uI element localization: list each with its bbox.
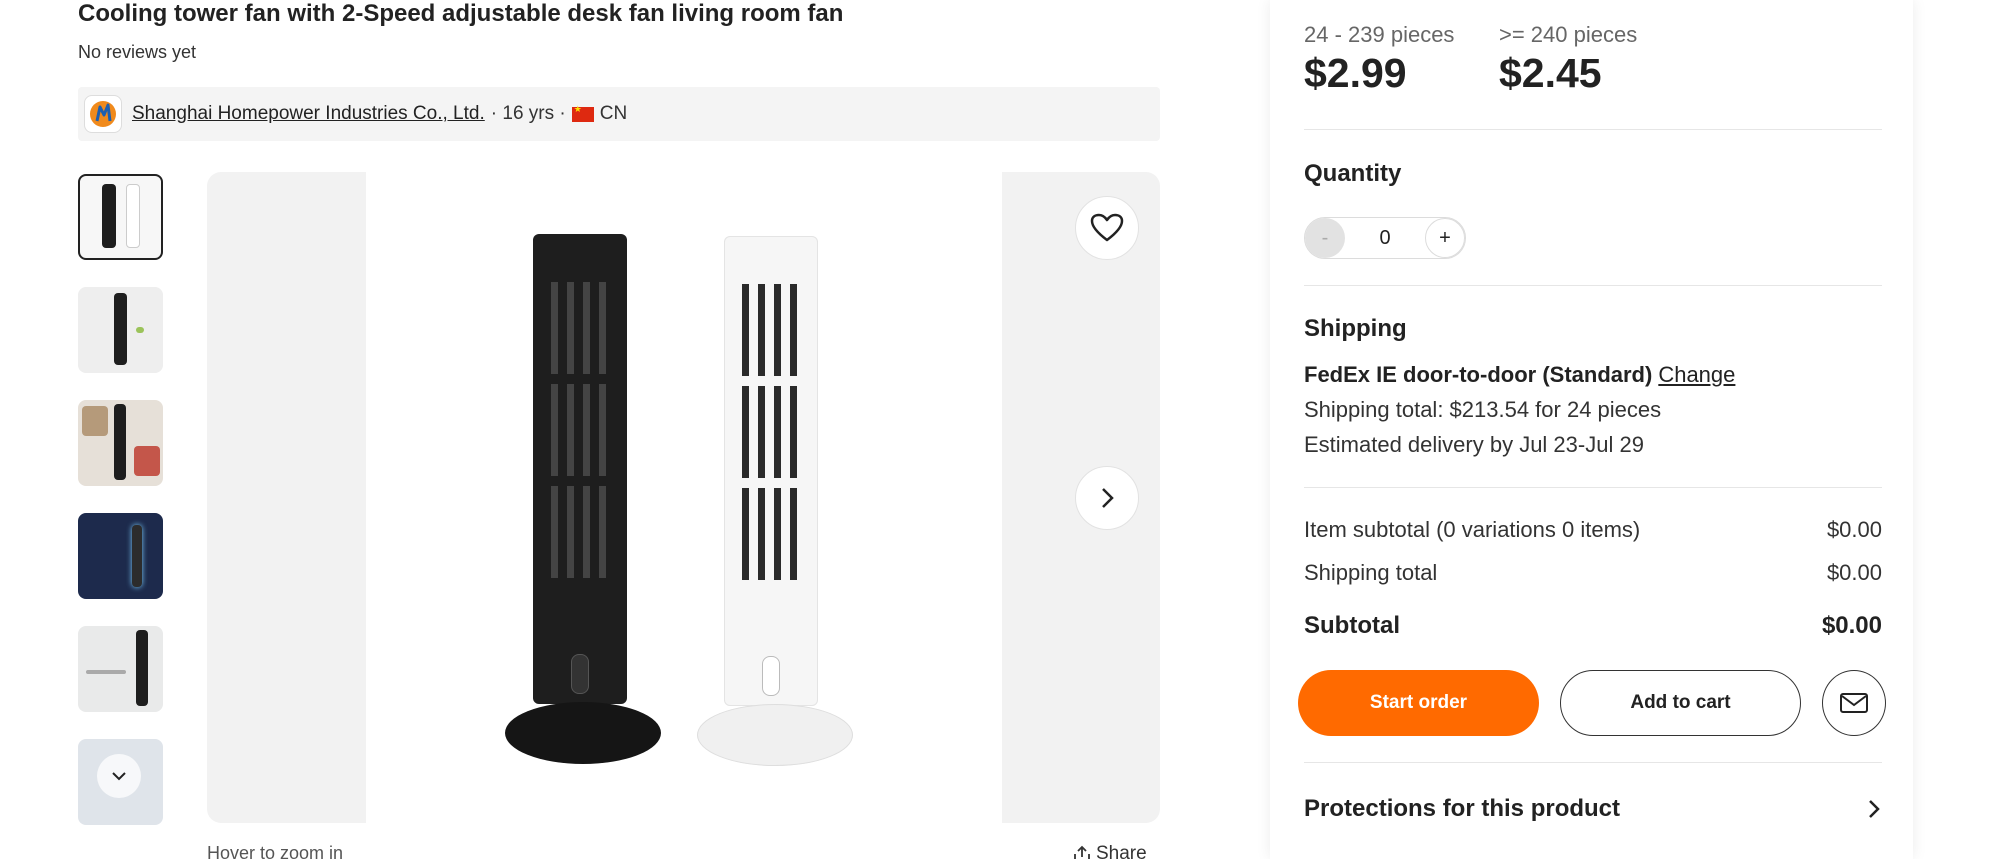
protections-row[interactable]: Protections for this product [1304,795,1882,823]
supplier-name-link[interactable]: Shanghai Homepower Industries Co., Ltd. [132,103,485,125]
china-flag-icon [571,104,594,122]
price-tier-1-range: 24 - 239 pieces [1304,22,1455,47]
price-tier-2-range: >= 240 pieces [1499,22,1638,47]
item-subtotal-value: $0.00 [1826,517,1882,542]
heart-icon [1090,213,1124,242]
shipping-title: Shipping [1304,315,1407,342]
add-to-cart-button[interactable]: Add to cart [1560,670,1801,736]
next-image-button[interactable] [1075,466,1139,530]
thumbnail-2[interactable] [78,287,163,373]
thumbnail-4[interactable] [78,513,163,599]
thumbnail-1[interactable] [78,174,163,260]
product-title: Cooling tower fan with 2-Speed adjustabl… [78,0,844,27]
thumbnails-scroll-down-button[interactable] [97,754,141,798]
quantity-increase-button[interactable]: + [1425,218,1465,258]
protections-title: Protections for this product [1304,795,1621,822]
share-label: Share [1096,843,1147,859]
chevron-right-icon [1869,800,1880,818]
shipping-total-value: $0.00 [1826,560,1882,585]
shipping-method: FedEx IE door-to-door (Standard) Change [1304,362,1735,388]
quantity-stepper: - 0 + [1304,217,1466,259]
shipping-total-line: Shipping total: $213.54 for 24 pieces [1304,397,1662,422]
start-order-button[interactable]: Start order [1298,670,1539,736]
order-panel: 24 - 239 pieces $2.99 >= 240 pieces $2.4… [1270,0,1913,859]
share-button[interactable]: Share [1072,843,1147,859]
thumbnail-5[interactable] [78,626,163,712]
estimated-delivery: Estimated delivery by Jul 23-Jul 29 [1304,432,1644,457]
divider [1304,129,1882,130]
quantity-decrease-button[interactable]: - [1305,218,1345,258]
shipping-method-name: FedEx IE door-to-door (Standard) [1304,362,1653,387]
quantity-input[interactable]: 0 [1355,227,1415,250]
supplier-logo [84,95,122,133]
chevron-right-icon [1102,488,1114,508]
supplier-bar: Shanghai Homepower Industries Co., Ltd. … [78,87,1160,141]
price-tier-1-price: $2.99 [1304,50,1407,96]
zoom-hint: Hover to zoom in [207,843,344,859]
divider [1304,762,1882,763]
chevron-down-icon [112,772,126,781]
product-photo [366,172,1002,823]
divider [1304,487,1882,488]
quantity-title: Quantity [1304,160,1402,187]
mail-icon [1840,693,1868,713]
divider [1304,285,1882,286]
reviews-status: No reviews yet [78,42,197,62]
price-tier-2-price: $2.45 [1499,50,1602,96]
main-product-image[interactable] [207,172,1160,823]
supplier-country: CN [599,103,628,124]
share-icon [1074,845,1090,859]
thumbnail-list [78,174,163,852]
supplier-years: · 16 yrs · [490,103,566,124]
favorite-button[interactable] [1075,196,1139,260]
shipping-total-label: Shipping total [1304,560,1438,585]
item-subtotal-label: Item subtotal (0 variations 0 items) [1304,517,1641,542]
change-shipping-link[interactable]: Change [1658,362,1735,387]
thumbnail-3[interactable] [78,400,163,486]
contact-supplier-button[interactable] [1822,670,1886,736]
subtotal-label: Subtotal [1304,612,1400,639]
subtotal-value: $0.00 [1821,612,1882,639]
